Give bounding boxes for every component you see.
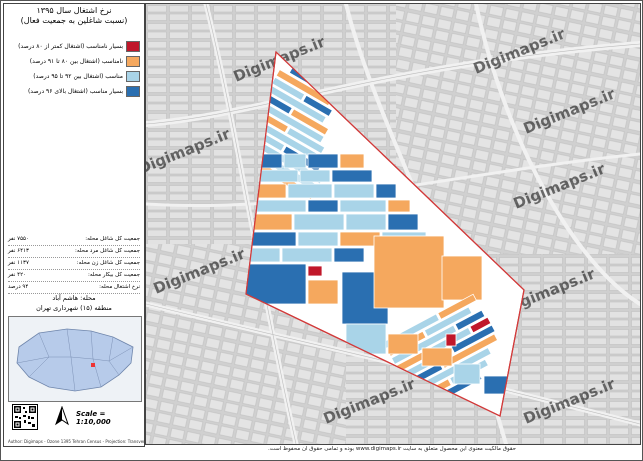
stat-label: نرخ اشتغال محله: [99,284,140,290]
stat-row: نرخ اشتغال محله: ۹۴ درصد [8,284,140,294]
stat-value: ۹۴ درصد [8,284,29,290]
legend-swatch [126,55,140,67]
legend-item: مناسب (اشتغال بین ۹۲ تا ۹۵ درصد) [8,70,140,82]
tehran-inset-map [8,316,142,402]
stat-row: جمعیت کل بیکار محله: ۴۲۰ نفر [8,272,140,282]
district-name: منطقه (۱۵) شهرداری تهران [36,304,112,312]
stat-label: جمعیت کل شاغل مرد محله: [75,248,140,254]
legend-label: بسیار مناسب (اشتغال بالای ۹۶ درصد) [27,87,123,95]
legend-item: نامناسب (اشتغال بین ۸۰ تا ۹۱ درصد) [8,55,140,67]
stat-row: جمعیت کل شاغل مرد محله: ۶۴۱۳ نفر [8,248,140,258]
legend: بسیار نامناسب (اشتغال کمتر از ۸۰ درصد) ن… [8,40,140,100]
legend-swatch [126,85,140,97]
map-title: نرخ اشتغال سال ۱۳۹۵ [36,6,112,15]
stat-value: ۷۵۵۰ نفر [8,236,29,242]
legend-label: بسیار نامناسب (اشتغال کمتر از ۸۰ درصد) [18,42,123,50]
legend-item: بسیار مناسب (اشتغال بالای ۹۶ درصد) [8,85,140,97]
location-marker [91,363,95,367]
stat-label: جمعیت کل شاغل زن محله: [76,260,140,266]
legend-swatch [126,40,140,52]
info-panel: نرخ اشتغال سال ۱۳۹۵ (نسبت شاغلین به جمعی… [3,3,168,447]
neighborhood-name: محله: هاشم آباد [52,294,96,302]
inset-svg [9,317,141,401]
map-subtitle: (نسبت شاغلین به جمعیت فعال) [20,16,128,25]
stat-label: جمعیت کل بیکار محله: [87,272,140,278]
legend-label: مناسب (اشتغال بین ۹۲ تا ۹۵ درصد) [33,72,123,80]
scale-text: Scale = 1:10,000 [76,410,111,426]
legend-swatch [126,70,140,82]
map-svg: Digimaps.ir Digimaps.ir Digimaps.ir Digi… [146,4,640,444]
map-canvas[interactable]: Digimaps.ir Digimaps.ir Digimaps.ir Digi… [145,3,641,445]
stat-row: جمعیت کل شاغل زن محله: ۱۱۳۷ نفر [8,260,140,270]
north-arrow-icon [54,405,70,426]
stat-row: جمعیت کل شاغل محله: ۷۵۵۰ نفر [8,236,140,246]
map-footer-tools: Scale = 1:10,000 [8,404,140,434]
stat-label: جمعیت کل شاغل محله: [85,236,140,242]
legend-label: نامناسب (اشتغال بین ۸۰ تا ۹۱ درصد) [29,57,123,65]
qr-code-icon [12,404,38,430]
stats-table: جمعیت کل شاغل محله: ۷۵۵۰ نفر جمعیت کل شا… [8,236,140,296]
stat-value: ۱۱۳۷ نفر [8,260,29,266]
legend-item: بسیار نامناسب (اشتغال کمتر از ۸۰ درصد) [8,40,140,52]
copyright-footer: حقوق مالکیت معنوی این محصول متعلق به سای… [267,446,517,452]
stat-value: ۶۴۱۳ نفر [8,248,29,254]
stat-value: ۴۲۰ نفر [8,272,26,278]
